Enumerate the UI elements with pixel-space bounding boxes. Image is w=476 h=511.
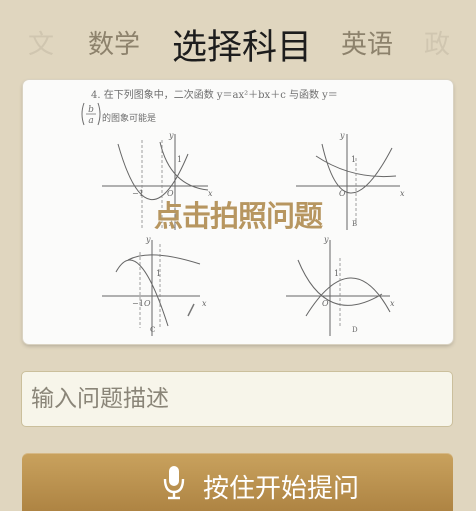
graph-c-pos-tick: 1 xyxy=(156,269,161,278)
graph-a-pos-tick: 1 xyxy=(177,155,182,164)
tab-politics[interactable]: 政 xyxy=(424,24,450,61)
tap-to-photograph-label[interactable]: 点击拍照问题 xyxy=(23,193,453,235)
graph-d-x-label: x xyxy=(390,299,395,308)
graph-d-caption: D xyxy=(352,326,358,334)
tab-english[interactable]: 英语 xyxy=(341,24,393,61)
question-text-line1: 4. 在下列图象中，二次函数 y＝ax²＋bx＋c 与函数 y＝ xyxy=(91,90,338,101)
question-text-line2: 的图象可能是 xyxy=(102,114,157,124)
subject-tabs: 文 数学 选择科目 英语 政 xyxy=(0,0,476,80)
hold-to-ask-button[interactable]: 按住开始提问 xyxy=(22,453,453,511)
tab-math[interactable]: 数学 xyxy=(88,24,140,61)
graph-b-y-label: y xyxy=(339,131,345,140)
graph-c-x-label: x xyxy=(202,299,207,308)
question-photo-area[interactable]: 4. 在下列图象中，二次函数 y＝ax²＋bx＋c 与函数 y＝ b a 的图象… xyxy=(23,80,453,344)
graph-b-pos-tick: 1 xyxy=(351,155,356,164)
graph-d-y-label: y xyxy=(323,235,329,244)
graph-c-neg-tick: −1 xyxy=(132,299,144,308)
tab-chinese[interactable]: 文 xyxy=(28,24,54,61)
graph-c-caption: C xyxy=(150,326,155,334)
fraction-denominator: a xyxy=(88,116,93,126)
graph-d-pos-tick: 1 xyxy=(334,269,339,278)
graph-c-y-label: y xyxy=(145,235,151,244)
graph-d-origin: O xyxy=(322,299,329,308)
fraction-numerator: b xyxy=(88,105,94,115)
graph-option-d: x y 1 O D xyxy=(286,235,395,336)
graph-c-origin: O xyxy=(144,299,151,308)
graph-option-c: x y −1 1 O C xyxy=(102,235,207,336)
hold-to-ask-label: 按住开始提问 xyxy=(203,474,360,504)
question-fraction: b a xyxy=(81,102,101,126)
question-description-input[interactable] xyxy=(21,371,453,427)
microphone-icon xyxy=(163,466,185,500)
tab-select-subject[interactable]: 选择科目 xyxy=(172,19,312,70)
graph-a-y-label: y xyxy=(168,131,174,140)
